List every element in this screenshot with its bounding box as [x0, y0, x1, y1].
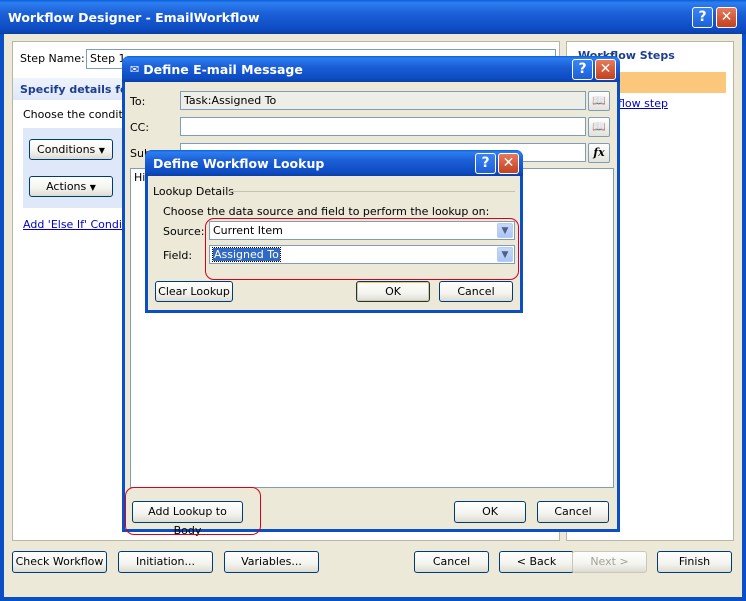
email-close-button[interactable]: ✕	[595, 59, 616, 80]
check-workflow-button[interactable]: Check Workflow	[12, 551, 107, 573]
cc-field[interactable]	[180, 117, 586, 136]
main-cancel-button[interactable]: Cancel	[414, 551, 489, 573]
lookup-titlebar: Define Workflow Lookup	[145, 150, 523, 176]
lookup-cancel-button[interactable]: Cancel	[439, 281, 513, 302]
add-lookup-highlight	[125, 487, 261, 535]
field-label: Field:	[163, 249, 193, 262]
next-button[interactable]: Next >	[572, 551, 647, 573]
to-label: To:	[130, 95, 146, 108]
dropdown-arrow-icon: ▼	[98, 146, 105, 155]
help-button[interactable]: ?	[692, 7, 713, 28]
lookup-details-label: Lookup Details	[153, 185, 235, 198]
email-dialog-title: Define E-mail Message	[143, 61, 303, 77]
address-book-icon[interactable]: 📖	[588, 117, 610, 137]
dropdown-arrow-icon: ▼	[89, 183, 96, 192]
add-else-if-link[interactable]: Add 'Else If' Conditio	[23, 218, 136, 231]
main-titlebar: Workflow Designer - EmailWorkflow	[0, 0, 746, 34]
cc-label: CC:	[130, 121, 150, 134]
clear-lookup-button[interactable]: Clear Lookup	[155, 281, 233, 302]
lookup-close-button[interactable]: ✕	[498, 153, 519, 174]
email-help-button[interactable]: ?	[572, 59, 593, 80]
email-dialog-icon: ✉	[130, 62, 140, 76]
lookup-ok-button[interactable]: OK	[356, 281, 430, 302]
lookup-dialog-title: Define Workflow Lookup	[153, 155, 325, 171]
lookup-instructions: Choose the data source and field to perf…	[163, 205, 490, 218]
conditions-button[interactable]: Conditions ▼	[29, 139, 113, 160]
main-title: Workflow Designer - EmailWorkflow	[8, 9, 260, 25]
specify-details-heading: Specify details for	[20, 83, 134, 96]
step-name-label: Step Name:	[20, 52, 85, 65]
back-button[interactable]: < Back	[499, 551, 574, 573]
add-workflow-step-link[interactable]: flow step	[618, 97, 668, 110]
variables-button[interactable]: Variables...	[224, 551, 319, 573]
group-divider	[227, 191, 515, 192]
formula-icon[interactable]: fx	[588, 143, 610, 163]
close-button[interactable]: ✕	[716, 7, 737, 28]
lookup-help-button[interactable]: ?	[475, 153, 496, 174]
initiation-button[interactable]: Initiation...	[118, 551, 213, 573]
address-book-icon[interactable]: 📖	[588, 91, 610, 111]
email-cancel-button[interactable]: Cancel	[537, 501, 609, 523]
email-ok-button[interactable]: OK	[454, 501, 526, 523]
source-field-highlight	[205, 218, 519, 280]
source-label: Source:	[163, 225, 205, 238]
to-field[interactable]: Task:Assigned To	[180, 91, 586, 110]
actions-button[interactable]: Actions ▼	[29, 176, 113, 197]
email-titlebar: ✉ Define E-mail Message	[122, 56, 620, 82]
finish-button[interactable]: Finish	[657, 551, 732, 573]
